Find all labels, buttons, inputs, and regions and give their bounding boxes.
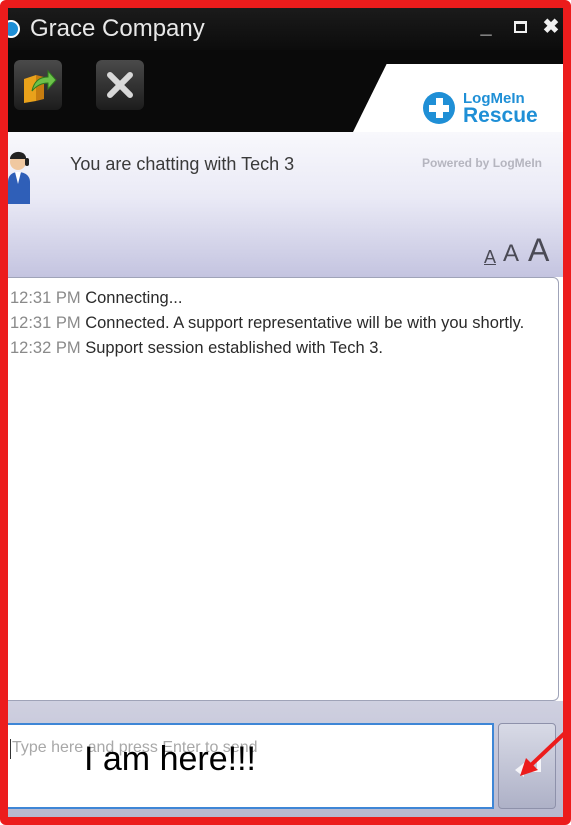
transcript-message: 12:31 PM Connected. A support representa… xyxy=(8,311,548,336)
app-icon xyxy=(8,20,20,38)
logo-text-bottom: Rescue xyxy=(463,104,538,127)
transcript-list: 12:31 PM Connecting... 12:31 PM Connecte… xyxy=(8,286,548,361)
maximize-button[interactable] xyxy=(508,14,532,40)
minimize-button[interactable]: _ xyxy=(474,14,498,40)
font-size-large-button[interactable]: A xyxy=(528,234,549,266)
font-size-medium-button[interactable]: A xyxy=(503,242,519,266)
message-text: Connecting... xyxy=(85,289,183,307)
transcript-message: 12:31 PM Connecting... xyxy=(8,286,548,311)
title-bar[interactable]: Grace Company _ ✖ xyxy=(8,8,563,50)
toolbar: LogMeIn Rescue xyxy=(8,50,563,132)
message-timestamp: 12:32 PM xyxy=(10,339,81,357)
message-timestamp: 12:31 PM xyxy=(10,314,81,332)
maximize-icon xyxy=(513,21,527,33)
message-text: Support session established with Tech 3. xyxy=(85,339,384,357)
transfer-icon xyxy=(24,69,57,103)
window-title: Grace Company xyxy=(30,15,205,42)
annotation-label: I am here!!! xyxy=(84,740,256,778)
powered-by-logo: Powered by LogMeIn xyxy=(422,156,543,170)
font-size-small-button[interactable]: A xyxy=(484,248,496,266)
transcript-message: 12:32 PM Support session established wit… xyxy=(8,336,548,361)
close-button[interactable]: ✖ xyxy=(539,14,563,40)
chat-window: Grace Company _ ✖ LogMeIn Rescue You are… xyxy=(8,8,563,817)
technician-avatar-icon xyxy=(8,151,30,204)
text-caret xyxy=(10,739,11,759)
chat-header: You are chatting with Tech 3 Powered by … xyxy=(8,132,563,277)
annotation-arrow-icon xyxy=(520,728,570,776)
close-x-icon xyxy=(107,72,133,98)
message-text: Connected. A support representative will… xyxy=(85,314,525,332)
chat-status-text: You are chatting with Tech 3 xyxy=(70,154,295,174)
transfer-file-button[interactable] xyxy=(14,60,62,110)
chat-transcript[interactable]: 12:31 PM Connecting... 12:31 PM Connecte… xyxy=(8,277,559,701)
logmein-rescue-logo: LogMeIn Rescue xyxy=(423,88,553,128)
end-session-button[interactable] xyxy=(96,60,144,110)
rescue-cross-icon xyxy=(423,92,455,124)
message-timestamp: 12:31 PM xyxy=(10,289,81,307)
